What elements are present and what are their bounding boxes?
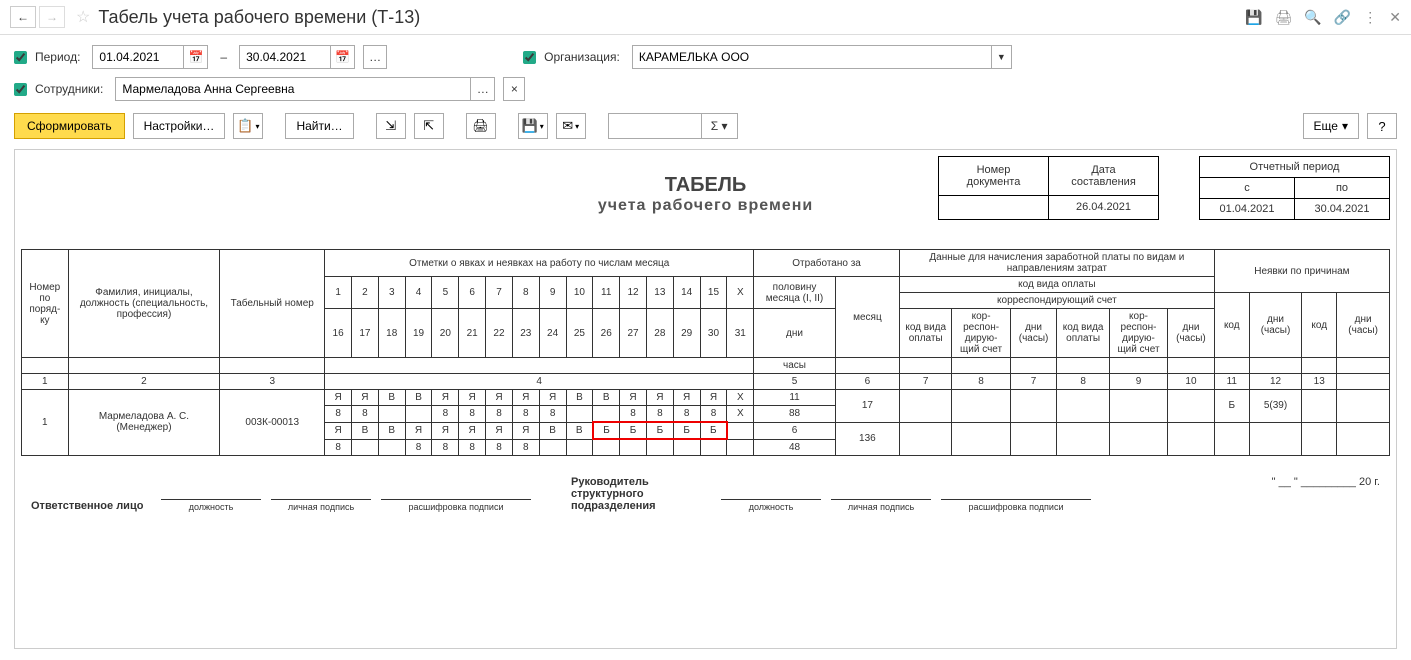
save-icon[interactable]: 💾 [1245, 9, 1262, 26]
collapse-button[interactable]: ⇱ [414, 113, 444, 139]
date-from-input[interactable]: 📅 [92, 45, 208, 69]
emp-input[interactable]: … [115, 77, 495, 101]
org-checkbox[interactable] [523, 51, 536, 64]
table-row: 1 Мармеладова А. С. (Менеджер) 003К-0001… [22, 390, 1390, 406]
date-to-input[interactable]: 📅 [239, 45, 355, 69]
date-dash: – [216, 50, 231, 64]
variants-button[interactable]: 📋 [233, 113, 263, 139]
nav-forward-button[interactable]: → [39, 6, 65, 28]
print-icon[interactable]: 🖨 [1275, 9, 1293, 26]
filters-panel: Период: 📅 – 📅 … Организация: ▼ Сотрудник… [0, 35, 1411, 107]
org-label: Организация: [544, 50, 620, 64]
org-select[interactable]: ▼ [632, 45, 1012, 69]
emp-label: Сотрудники: [35, 82, 103, 96]
preview-icon[interactable]: 🔍 [1304, 9, 1321, 26]
date-from-field[interactable] [93, 46, 183, 68]
form-button[interactable]: Сформировать [14, 113, 125, 139]
sum-box[interactable]: Σ ▾ [608, 113, 738, 139]
email-button[interactable]: ✉ [556, 113, 586, 139]
titlebar: ← → ☆ Табель учета рабочего времени (Т-1… [0, 0, 1411, 35]
link-icon[interactable]: 🔗 [1334, 9, 1351, 26]
more-button[interactable]: Еще ▾ [1303, 113, 1359, 139]
favorite-star-icon[interactable]: ☆ [76, 7, 90, 27]
find-button[interactable]: Найти… [285, 113, 353, 139]
date-to-field[interactable] [240, 46, 330, 68]
calendar-icon[interactable]: 📅 [330, 46, 354, 68]
sigma-icon[interactable]: Σ ▾ [701, 114, 737, 138]
window-title: Табель учета рабочего времени (Т-13) [98, 7, 1245, 28]
doc-info-box: Номер документаДата составления 26.04.20… [938, 156, 1159, 220]
emp-field[interactable] [116, 78, 470, 100]
toolbar: Сформировать Настройки… 📋 Найти… ⇲ ⇱ 🖨 💾… [0, 107, 1411, 149]
emp-checkbox[interactable] [14, 83, 27, 96]
org-field[interactable] [633, 46, 991, 68]
close-icon[interactable]: ✕ [1389, 9, 1401, 26]
kebab-menu-icon[interactable]: ⋮ [1363, 9, 1377, 26]
settings-button[interactable]: Настройки… [133, 113, 226, 139]
nav-back-button[interactable]: ← [10, 6, 36, 28]
signatures: Ответственное лицо должность личная подп… [21, 456, 1390, 522]
period-select-button[interactable]: … [363, 45, 387, 69]
period-label: Период: [35, 50, 80, 64]
save-dd-button[interactable]: 💾 [518, 113, 548, 139]
calendar-icon[interactable]: 📅 [183, 46, 207, 68]
report-title: ТАБЕЛЬ учета рабочего времени [21, 174, 1390, 215]
timesheet-table: Номер по поряд- ку Фамилия, инициалы, до… [21, 249, 1390, 456]
help-button[interactable]: ? [1367, 113, 1397, 139]
report-area[interactable]: Номер документаДата составления 26.04.20… [14, 149, 1397, 649]
period-box: Отчетный период спо 01.04.202130.04.2021 [1199, 156, 1390, 220]
chevron-down-icon[interactable]: ▼ [991, 46, 1011, 68]
expand-button[interactable]: ⇲ [376, 113, 406, 139]
emp-select-button[interactable]: … [470, 78, 494, 100]
print-button[interactable]: 🖨 [466, 113, 496, 139]
emp-clear-button[interactable]: × [503, 77, 525, 101]
period-checkbox[interactable] [14, 51, 27, 64]
